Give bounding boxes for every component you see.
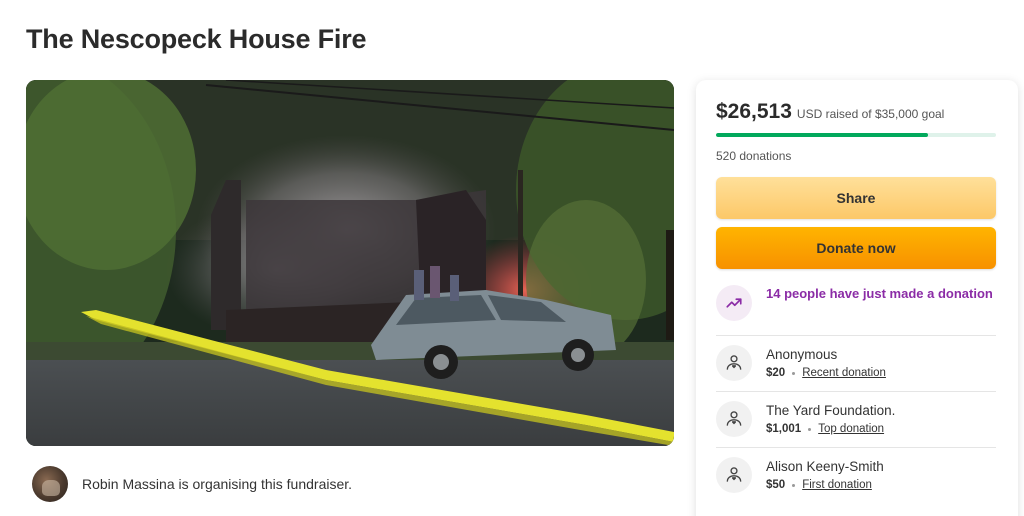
amount-raised: $26,513 USD raised of $35,000 goal [716,100,996,124]
progress-bar [716,133,996,137]
donor-amount: $20 [766,367,786,379]
first-donation-link[interactable]: First donation [802,479,872,491]
donor-item: Anonymous $20 Recent donation [716,336,996,392]
donor-amount: $50 [766,479,786,491]
separator-dot [792,371,796,375]
donor-list: Anonymous $20 Recent donation The Yard F… [716,336,996,503]
share-button[interactable]: Share [716,177,996,219]
donation-count: 520 donations [716,149,792,163]
recent-donation-link[interactable]: Recent donation [802,367,886,379]
donor-amount: $1,001 [766,423,802,435]
donation-sidebar-card: $26,513 USD raised of $35,000 goal 520 d… [696,80,1018,516]
organizer-avatar[interactable] [32,466,68,502]
fundraiser-hero-image [26,80,674,446]
raised-goal-text: USD raised of $35,000 goal [796,107,945,121]
donor-name: Anonymous [766,347,838,362]
donate-now-button[interactable]: Donate now [716,227,996,269]
page-title: The Nescopeck House Fire [26,24,367,54]
separator-dot [792,483,796,487]
donor-item: The Yard Foundation. $1,001 Top donation [716,392,996,448]
heart-hand-icon [716,401,752,437]
trending-text: 14 people have just made a donation [766,286,993,301]
organizer-info: Robin Massina is organising this fundrai… [32,466,352,502]
organizer-text: Robin Massina is organising this fundrai… [82,476,353,492]
trending-donations-notice: 14 people have just made a donation [716,285,996,336]
raised-amount: $26,513 [716,100,792,123]
heart-hand-icon [716,457,752,493]
house-fire-photo [26,80,674,446]
donor-name: Alison Keeny-Smith [766,459,884,474]
top-donation-link[interactable]: Top donation [818,423,884,435]
progress-bar-fill [716,133,929,137]
separator-dot [808,427,812,431]
donor-name: The Yard Foundation. [766,403,896,418]
donor-item: Alison Keeny-Smith $50 First donation [716,448,996,503]
trending-up-icon [716,285,752,321]
heart-hand-icon [716,345,752,381]
